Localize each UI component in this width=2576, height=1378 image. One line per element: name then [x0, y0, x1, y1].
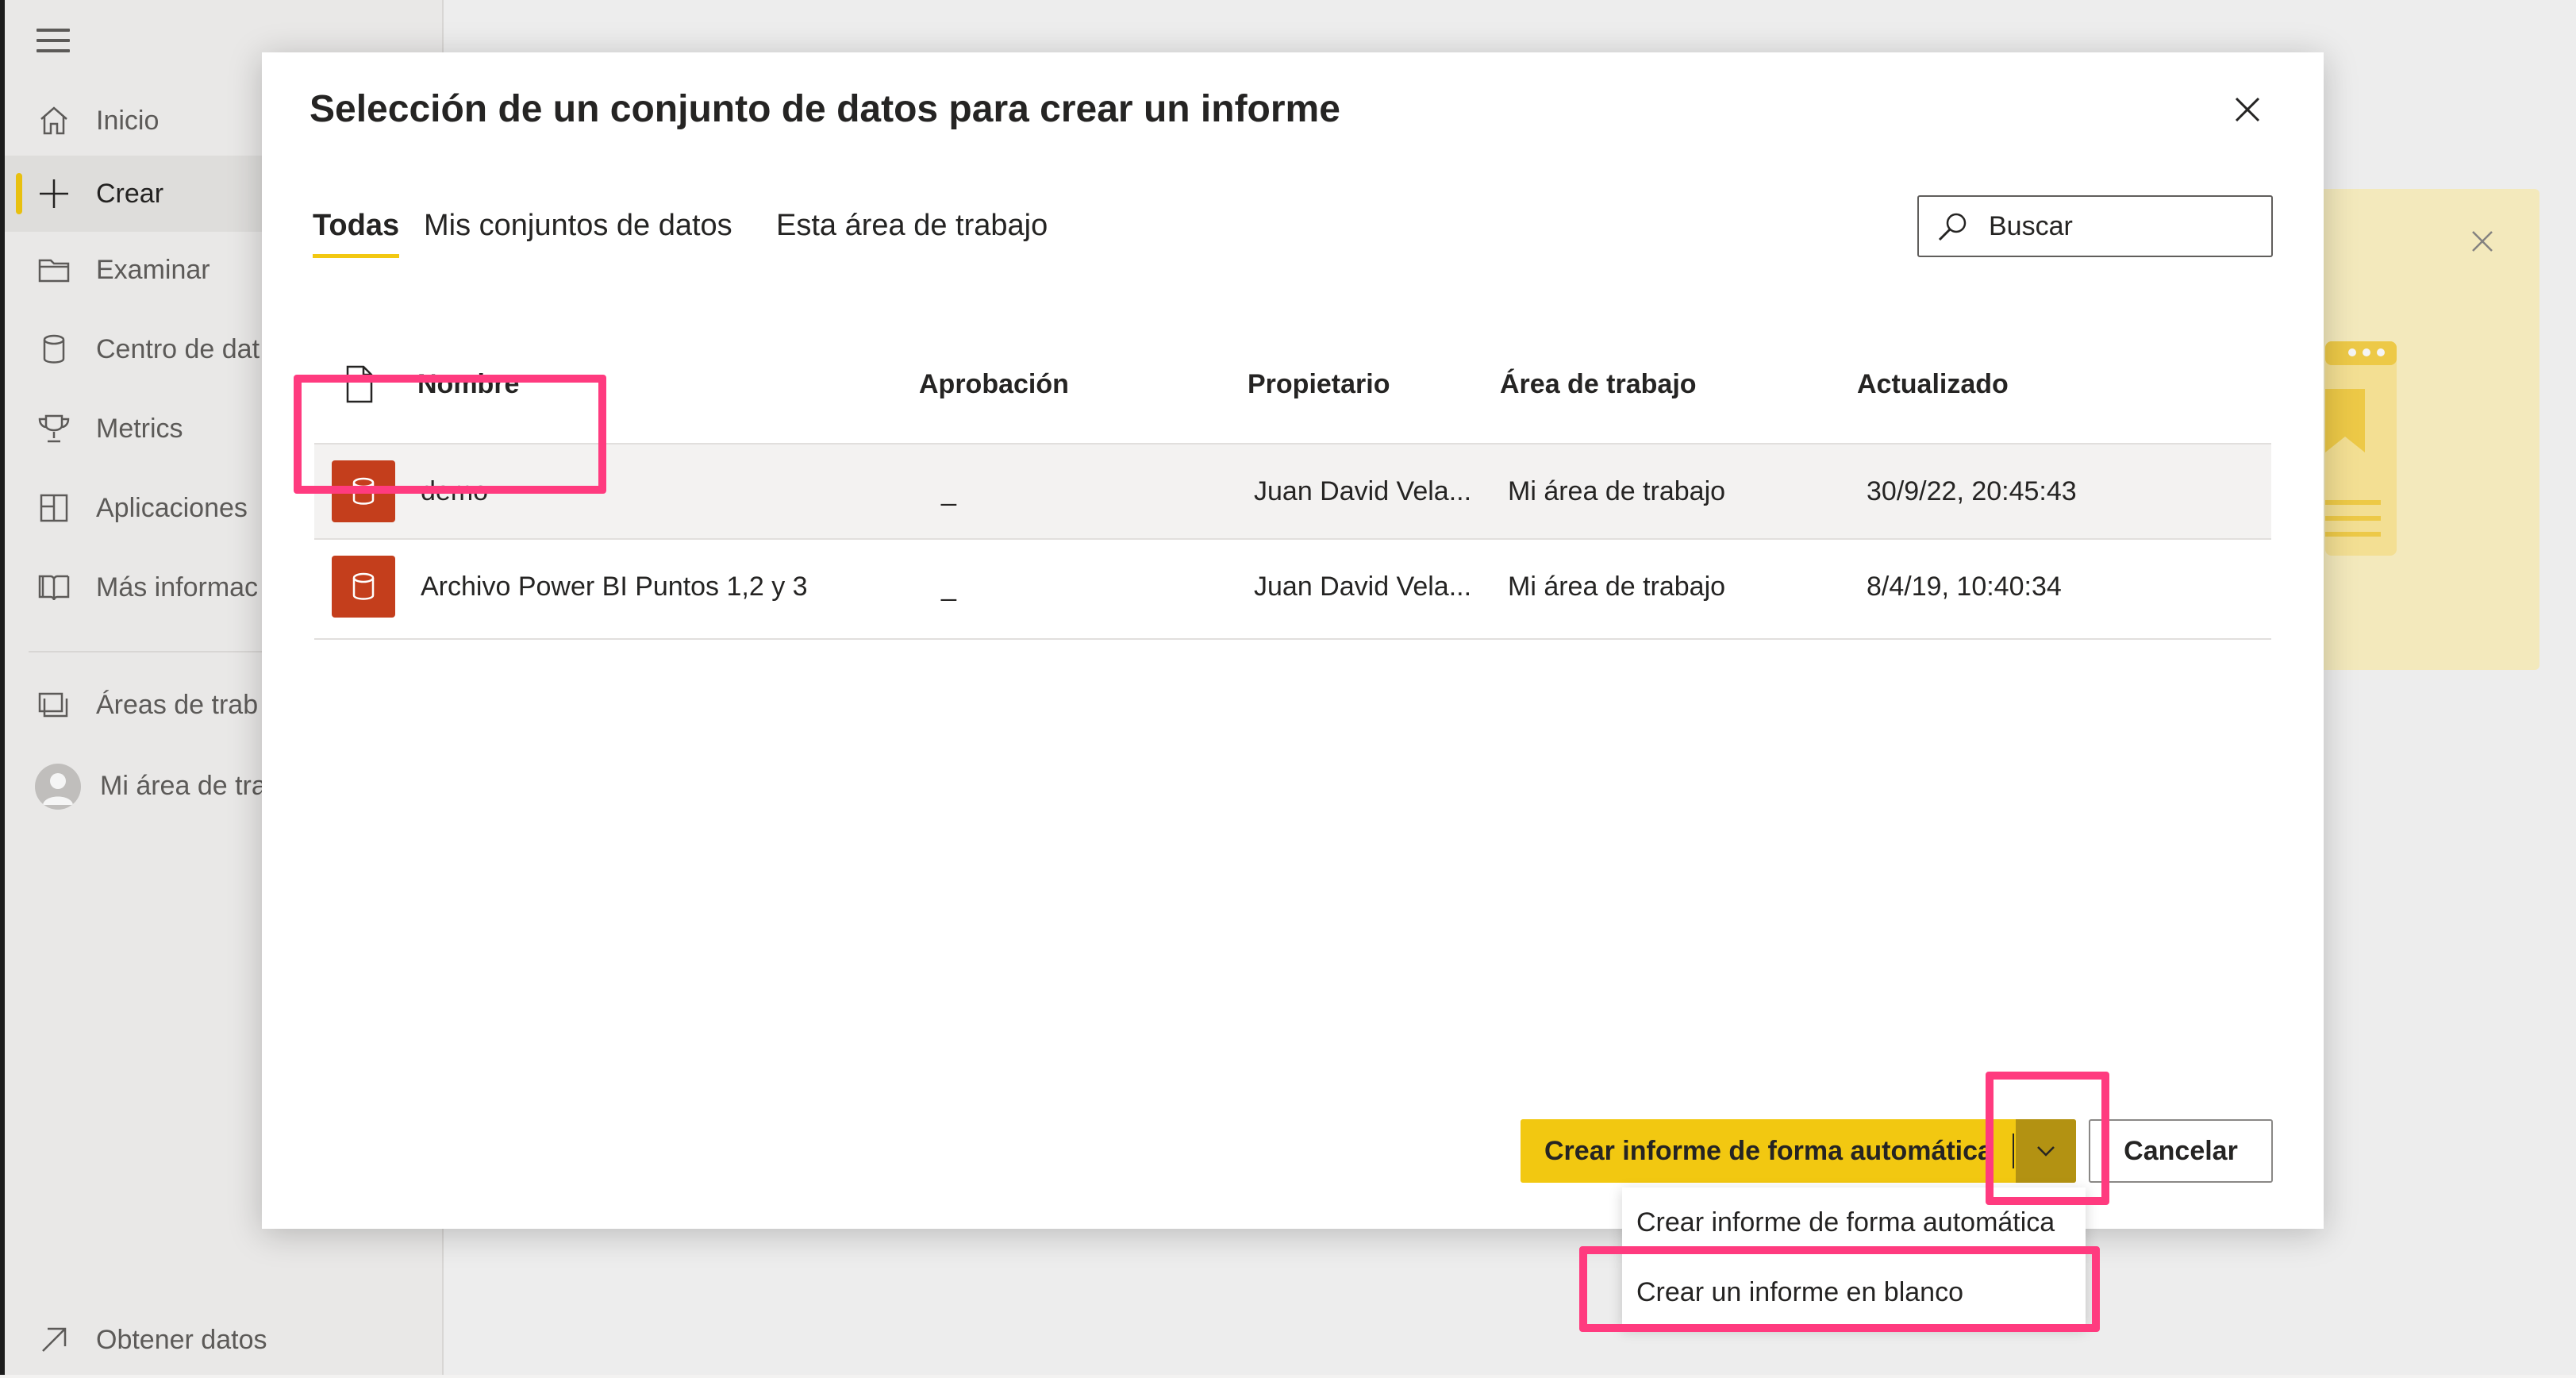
cancel-button[interactable]: Cancelar: [2089, 1119, 2273, 1183]
dialog-title: Selección de un conjunto de datos para c…: [310, 88, 1340, 130]
search-icon: [1938, 213, 1967, 241]
dataset-name: demo: [421, 476, 489, 506]
dataset-icon: [332, 460, 395, 522]
dataset-owner: Juan David Vela...: [1254, 476, 1472, 506]
table-row[interactable]: Archivo Power BI Puntos 1,2 y 3 _ Juan D…: [314, 538, 2271, 633]
search-input[interactable]: Buscar: [1917, 195, 2273, 257]
menu-item-label: Crear informe de forma automática: [1636, 1207, 2055, 1238]
column-header-propietario[interactable]: Propietario: [1248, 362, 1390, 406]
create-report-auto-button[interactable]: Crear informe de forma automática: [1544, 1119, 1993, 1183]
table-row[interactable]: demo _ Juan David Vela... Mi área de tra…: [314, 443, 2271, 538]
file-icon: [346, 365, 373, 403]
cancel-button-label: Cancelar: [2124, 1136, 2238, 1166]
dataset-approval: _: [941, 476, 956, 506]
search-placeholder: Buscar: [1989, 211, 2073, 241]
dataset-approval: _: [941, 572, 956, 602]
dataset-updated: 30/9/22, 20:45:43: [1867, 476, 2077, 506]
dataset-icon: [332, 556, 395, 618]
split-separator: [2013, 1134, 2014, 1168]
column-header-actualizado[interactable]: Actualizado: [1857, 362, 2009, 406]
create-report-menu: Crear informe de forma automática Crear …: [1622, 1187, 2086, 1327]
menu-item-create-blank[interactable]: Crear un informe en blanco: [1622, 1257, 2086, 1327]
tab-esta-area-de-trabajo[interactable]: Esta área de trabajo: [776, 203, 1048, 259]
chevron-down-icon: [2037, 1146, 2055, 1157]
dataset-workspace: Mi área de trabajo: [1508, 476, 1726, 506]
column-header-area-de-trabajo[interactable]: Área de trabajo: [1500, 362, 1697, 406]
dataset-name: Archivo Power BI Puntos 1,2 y 3: [421, 572, 808, 602]
table-bottom-border: [314, 638, 2271, 640]
tab-mis-conjuntos-de-datos[interactable]: Mis conjuntos de datos: [424, 203, 732, 259]
column-header-nombre[interactable]: Nombre: [417, 362, 519, 406]
create-report-dropdown-button[interactable]: [2016, 1119, 2076, 1183]
close-icon[interactable]: [2228, 90, 2266, 129]
tab-todas[interactable]: Todas: [313, 203, 400, 259]
dataset-updated: 8/4/19, 10:40:34: [1867, 572, 2062, 602]
menu-item-label: Crear un informe en blanco: [1636, 1277, 1964, 1307]
select-dataset-dialog: Selección de un conjunto de datos para c…: [262, 52, 2324, 1229]
dataset-workspace: Mi área de trabajo: [1508, 572, 1726, 602]
menu-item-create-auto[interactable]: Crear informe de forma automática: [1622, 1187, 2086, 1257]
dataset-owner: Juan David Vela...: [1254, 572, 1472, 602]
column-header-aprobacion[interactable]: Aprobación: [919, 362, 1069, 406]
create-report-split-button: Crear informe de forma automática: [1521, 1119, 2076, 1183]
